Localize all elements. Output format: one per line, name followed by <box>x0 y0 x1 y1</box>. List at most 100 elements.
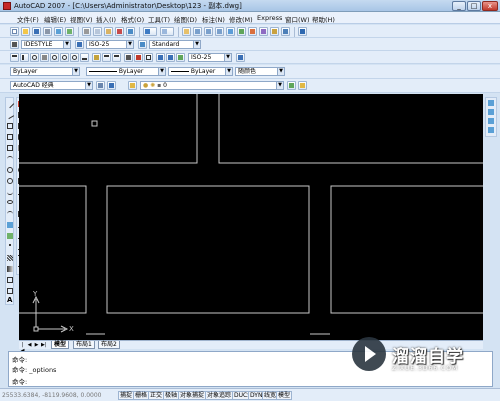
tab-model[interactable]: 模型 <box>51 341 70 349</box>
drawing-canvas[interactable]: Y X <box>19 94 483 340</box>
menu-file[interactable]: 文件(F) <box>17 14 39 24</box>
menu-draw[interactable]: 绘图(D) <box>174 14 197 24</box>
workspace-save-icon[interactable] <box>107 81 116 90</box>
table-style-icon[interactable] <box>138 40 147 49</box>
match-properties-button[interactable] <box>115 27 124 36</box>
construction-line-icon[interactable] <box>5 110 15 120</box>
arc-length-icon[interactable] <box>30 53 39 62</box>
zoom-realtime-button[interactable] <box>193 27 202 36</box>
zoom-previous-button[interactable] <box>215 27 224 36</box>
make-current-layer-icon[interactable] <box>287 81 296 90</box>
point-icon[interactable] <box>9 244 11 246</box>
dim-style-select-2[interactable]: ISO-25 ▼ <box>188 53 232 62</box>
zoom-window-button[interactable] <box>204 27 213 36</box>
snap-toggle[interactable]: 捕捉 <box>118 391 135 400</box>
menu-tools[interactable]: 工具(T) <box>148 14 170 24</box>
print-button[interactable] <box>43 27 52 36</box>
table-style-select[interactable]: Standard ▼ <box>149 40 201 49</box>
jogged-dim-icon[interactable] <box>60 53 69 62</box>
dimedit-icon[interactable] <box>156 53 165 62</box>
layer-previous-icon[interactable] <box>298 81 307 90</box>
linetype-control-select[interactable]: ByLayer ▼ <box>86 67 166 76</box>
line-icon[interactable] <box>5 99 15 109</box>
diameter-dim-icon[interactable] <box>70 53 79 62</box>
polar-toggle[interactable]: 极轴 <box>163 391 180 400</box>
open-button[interactable] <box>21 27 30 36</box>
table-icon[interactable] <box>7 288 13 294</box>
aligned-dim-icon[interactable] <box>20 53 29 62</box>
grid-toggle[interactable]: 栅格 <box>133 391 150 400</box>
baseline-dim-icon[interactable] <box>102 53 111 62</box>
make-block-icon[interactable] <box>7 233 13 239</box>
ortho-toggle[interactable]: 正交 <box>148 391 165 400</box>
publish-button[interactable] <box>65 27 74 36</box>
bring-to-front-icon[interactable] <box>488 100 494 106</box>
last-tab-button[interactable]: ▶| <box>41 342 47 348</box>
send-under-icon[interactable] <box>488 127 494 133</box>
minimize-button[interactable]: _ <box>452 1 466 11</box>
ellipse-icon[interactable] <box>7 200 13 204</box>
menu-format[interactable]: 格式(O) <box>121 14 144 24</box>
help-button[interactable] <box>298 27 307 36</box>
undo-button[interactable] <box>143 27 157 36</box>
layer-select[interactable]: ● ✺ ▪ 0 ▼ <box>140 81 284 90</box>
workspace-select[interactable]: AutoCAD 经典 ▼ <box>10 81 93 90</box>
layer-manager-icon[interactable] <box>128 81 137 90</box>
osnap-toggle[interactable]: 对象捕捉 <box>178 391 207 400</box>
title-bar[interactable]: AutoCAD 2007 - [C:\Users\Administrator\D… <box>0 0 500 12</box>
save-button[interactable] <box>32 27 41 36</box>
revision-cloud-icon[interactable] <box>7 178 13 184</box>
qleader-icon[interactable] <box>124 53 133 62</box>
pan-button[interactable] <box>182 27 191 36</box>
gradient-icon[interactable] <box>7 266 13 272</box>
spline-icon[interactable] <box>7 189 13 195</box>
paste-button[interactable] <box>104 27 113 36</box>
circle-icon[interactable] <box>7 167 13 173</box>
center-mark-icon[interactable] <box>144 53 153 62</box>
command-prompt[interactable]: 命令: <box>12 376 27 386</box>
tool-palettes-button[interactable] <box>248 27 257 36</box>
insert-block-icon[interactable] <box>7 222 13 228</box>
menu-window[interactable]: 窗口(W) <box>285 14 310 24</box>
next-tab-button[interactable]: ▶ <box>34 342 39 348</box>
dim-style-icon[interactable] <box>75 40 84 49</box>
angular-dim-icon[interactable] <box>80 53 89 62</box>
dim-style-select[interactable]: ISO-25 ▼ <box>86 40 134 49</box>
lineweight-control-select[interactable]: ByLayer ▼ <box>168 67 233 76</box>
menu-insert[interactable]: 插入(I) <box>96 14 116 24</box>
copy-button[interactable] <box>93 27 102 36</box>
radius-dim-icon[interactable] <box>50 53 59 62</box>
plotstyle-control-select[interactable]: 随颜色 ▼ <box>235 67 285 76</box>
tab-layout2[interactable]: 布局2 <box>98 341 120 349</box>
menu-dimension[interactable]: 标注(N) <box>202 14 225 24</box>
bring-above-icon[interactable] <box>488 118 494 124</box>
prev-tab-button[interactable]: ◀ <box>27 342 32 348</box>
dimtedit-icon[interactable] <box>166 53 175 62</box>
plot-preview-button[interactable] <box>54 27 63 36</box>
arc-icon[interactable] <box>7 156 13 162</box>
text-style-icon[interactable] <box>10 40 19 49</box>
properties-button[interactable] <box>226 27 235 36</box>
model-toggle[interactable]: 模型 <box>276 391 293 400</box>
menu-edit[interactable]: 编辑(E) <box>44 14 66 24</box>
quickcalc-button[interactable] <box>281 27 290 36</box>
region-icon[interactable] <box>7 277 13 283</box>
maximize-button[interactable]: □ <box>467 1 481 11</box>
block-editor-button[interactable] <box>126 27 135 36</box>
dim-update-icon[interactable] <box>176 53 185 62</box>
menu-express[interactable]: Express <box>257 14 282 22</box>
rectangle-icon[interactable] <box>7 145 13 151</box>
send-to-back-icon[interactable] <box>488 109 494 115</box>
polyline-icon[interactable] <box>7 123 13 129</box>
workspace-settings-icon[interactable] <box>96 81 105 90</box>
hatch-icon[interactable] <box>7 255 13 261</box>
redo-button[interactable] <box>160 27 174 36</box>
linear-dim-icon[interactable] <box>10 53 19 62</box>
multiline-text-icon[interactable]: A <box>7 297 13 304</box>
close-button[interactable]: x <box>482 1 498 11</box>
tab-layout1[interactable]: 布局1 <box>73 341 95 349</box>
tolerance-icon[interactable] <box>134 53 143 62</box>
ordinate-dim-icon[interactable] <box>40 53 49 62</box>
otrack-toggle[interactable]: 对象追踪 <box>205 391 234 400</box>
first-tab-button[interactable]: |◀ <box>20 342 25 354</box>
